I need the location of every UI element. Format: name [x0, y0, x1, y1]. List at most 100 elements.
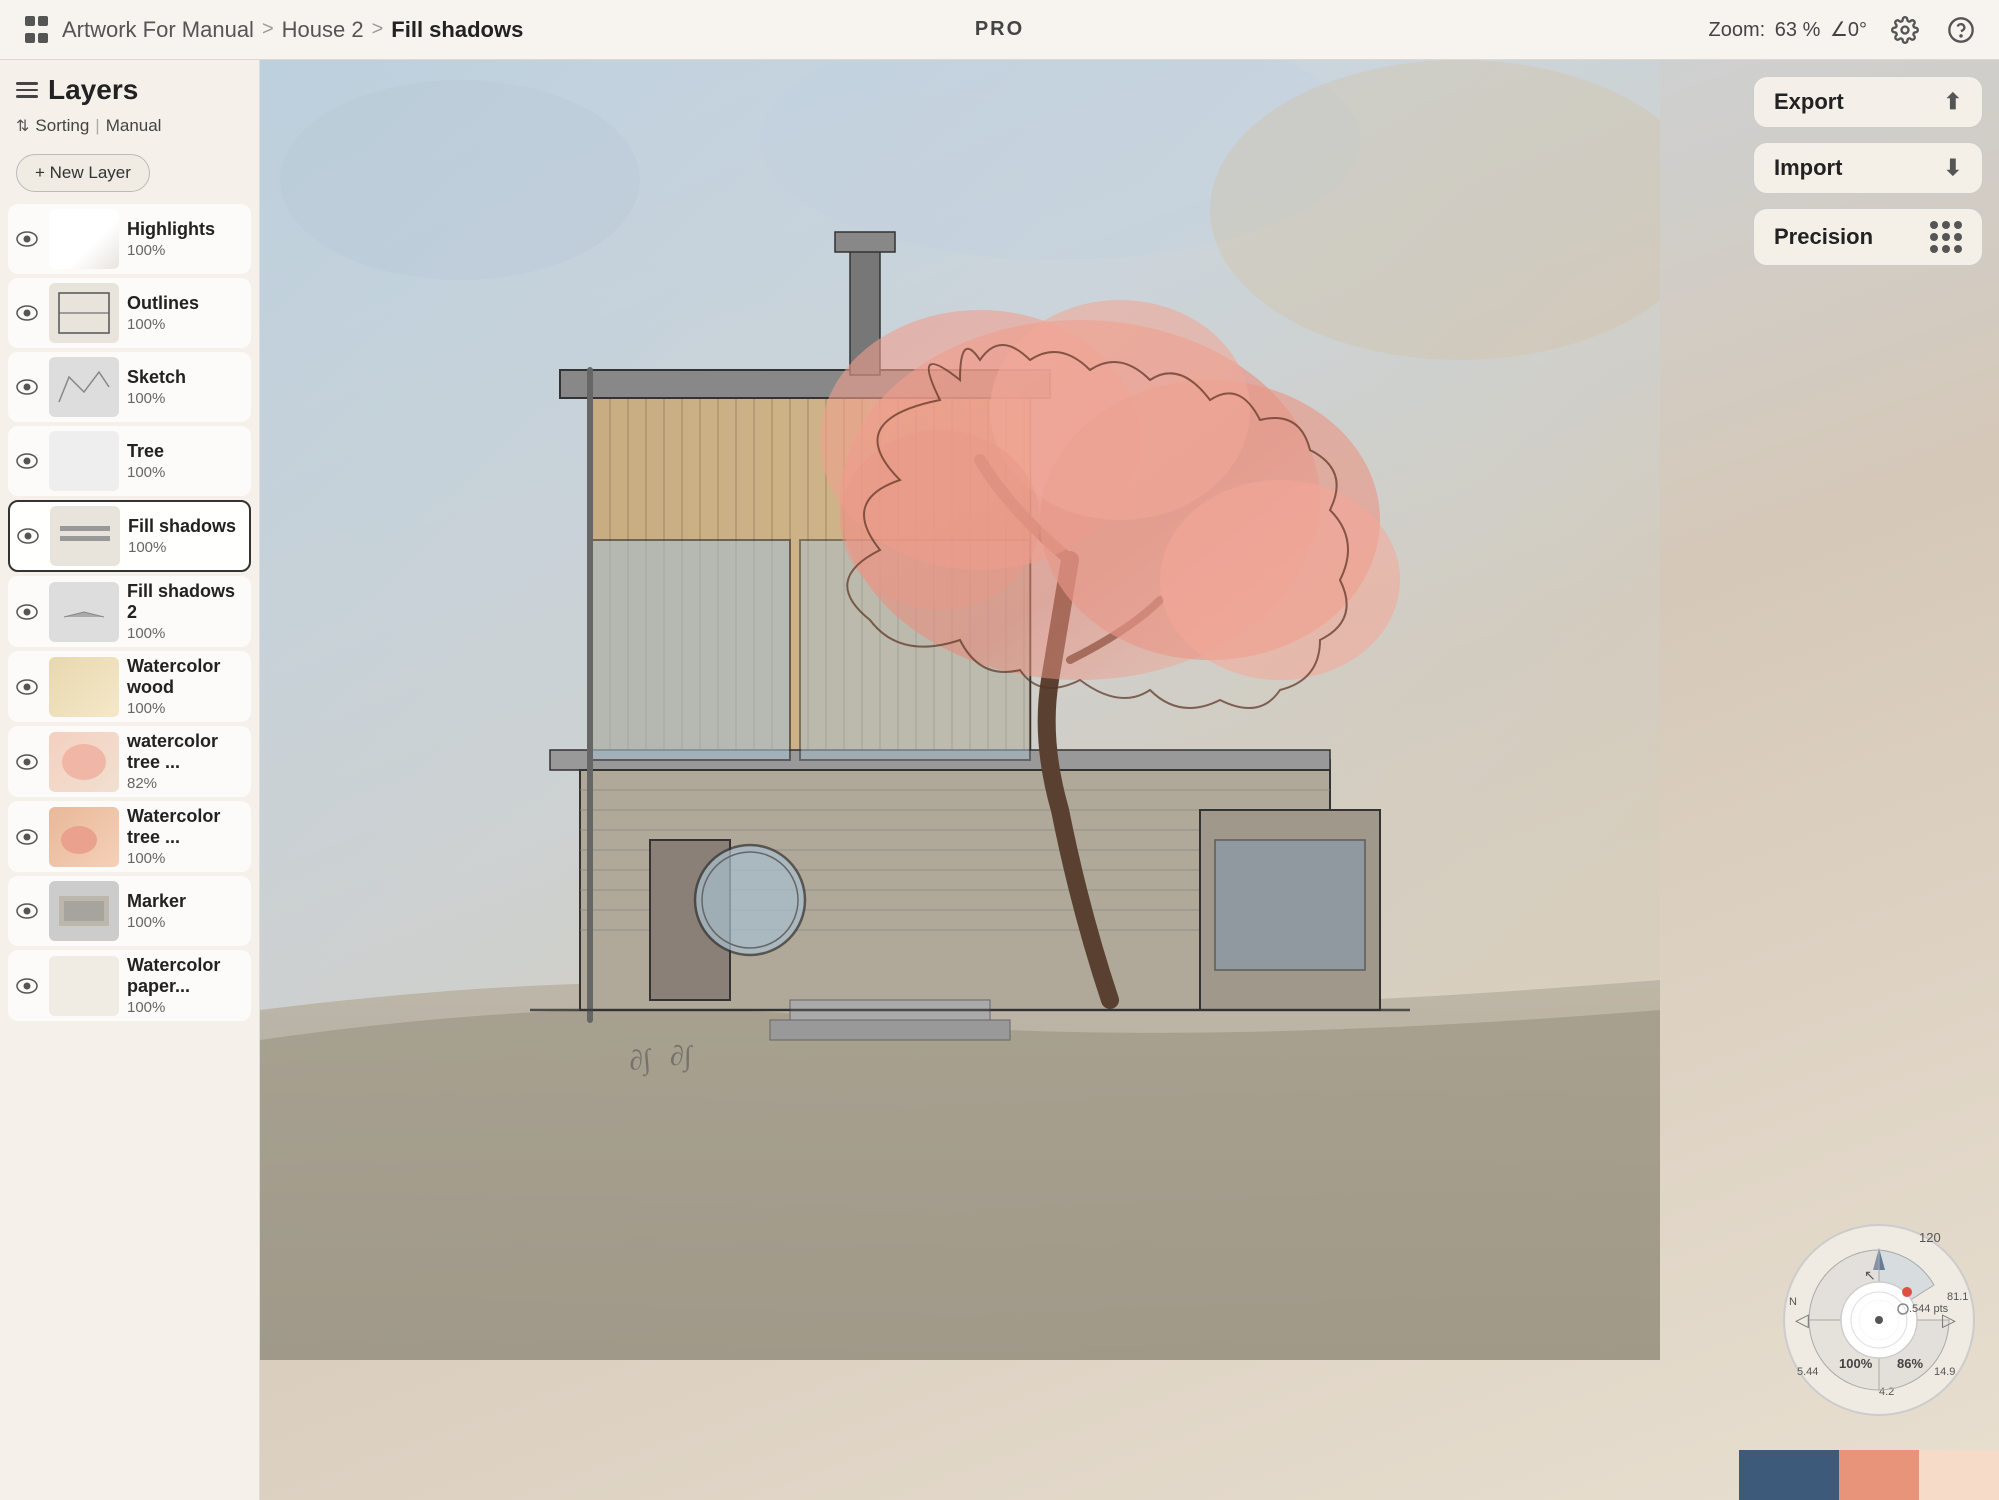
export-button[interactable]: Export ⬆ — [1753, 76, 1983, 128]
layer-info-tree: Tree 100% — [127, 441, 165, 481]
grid-icon[interactable] — [20, 14, 52, 46]
wheel-label-120: 120 — [1919, 1230, 1941, 1245]
layer-thumb-watercolor-tree — [49, 732, 119, 792]
sorting-icon: ⇅ — [16, 116, 29, 136]
layer-opacity-outlines: 100% — [127, 316, 199, 333]
layer-item-fill-shadows-2[interactable]: Fill shadows 2 100% — [8, 576, 251, 647]
eye-button-fill-shadows[interactable] — [14, 522, 42, 550]
eye-button-marker[interactable] — [13, 897, 41, 925]
color-swatch-blue[interactable] — [1739, 1450, 1839, 1500]
wheel-svg: 120 81.1 14.9 4.2 5.44 N — [1779, 1220, 1979, 1420]
layer-item-fill-shadows[interactable]: Fill shadows 100% — [8, 500, 251, 572]
layer-opacity-watercolor-tree: 82% — [127, 775, 246, 792]
layer-opacity-watercolor-tree-2: 100% — [127, 850, 246, 867]
svg-text:100%: 100% — [1839, 1356, 1873, 1371]
layer-name-watercolor-paper: Watercolor paper... — [127, 955, 246, 997]
eye-icon — [16, 829, 38, 845]
header-left: Artwork For Manual > House 2 > Fill shad… — [20, 14, 1709, 46]
eye-icon — [16, 379, 38, 395]
hamburger-menu[interactable] — [16, 82, 38, 98]
new-layer-button[interactable]: + New Layer — [16, 154, 150, 192]
layer-item-marker[interactable]: Marker 100% — [8, 876, 251, 946]
layer-name-highlights: Highlights — [127, 219, 215, 240]
header: Artwork For Manual > House 2 > Fill shad… — [0, 0, 1999, 60]
layer-name-fill-shadows: Fill shadows — [128, 516, 236, 537]
eye-button-tree[interactable] — [13, 447, 41, 475]
layer-item-watercolor-paper[interactable]: Watercolor paper... 100% — [8, 950, 251, 1021]
layer-thumb-marker — [49, 881, 119, 941]
current-page: Fill shadows — [391, 17, 523, 43]
color-swatch-salmon[interactable] — [1839, 1450, 1919, 1500]
settings-button[interactable] — [1887, 12, 1923, 48]
color-swatch-peach[interactable] — [1919, 1450, 1999, 1500]
layer-opacity-watercolor-paper: 100% — [127, 999, 246, 1016]
layer-name-tree: Tree — [127, 441, 165, 462]
svg-text:86%: 86% — [1897, 1356, 1923, 1371]
layer-info-sketch: Sketch 100% — [127, 367, 186, 407]
sorting-bar: ⇅ Sorting | Manual — [16, 116, 243, 136]
eye-icon — [16, 453, 38, 469]
svg-text:↖: ↖ — [1864, 1267, 1876, 1283]
precision-label: Precision — [1774, 224, 1873, 250]
layer-info-highlights: Highlights 100% — [127, 219, 215, 259]
project-link[interactable]: Artwork For Manual — [62, 17, 254, 43]
import-button[interactable]: Import ⬇ — [1753, 142, 1983, 194]
help-button[interactable] — [1943, 12, 1979, 48]
breadcrumb: Artwork For Manual > House 2 > Fill shad… — [62, 17, 523, 43]
layer-thumb-watercolor-tree-2 — [49, 807, 119, 867]
layer-thumb-highlights — [49, 209, 119, 269]
wheel-label-n: N — [1789, 1296, 1797, 1308]
layer-opacity-tree: 100% — [127, 464, 165, 481]
eye-icon — [17, 528, 39, 544]
layer-item-outlines[interactable]: Outlines 100% — [8, 278, 251, 348]
layer-item-watercolor-wood[interactable]: Watercolor wood 100% — [8, 651, 251, 722]
layer-item-watercolor-tree[interactable]: watercolor tree ... 82% — [8, 726, 251, 797]
layers-title: Layers — [48, 74, 138, 106]
layer-name-marker: Marker — [127, 891, 186, 912]
breadcrumb-sep-2: > — [372, 18, 384, 41]
layer-name-sketch: Sketch — [127, 367, 186, 388]
zoom-info: Zoom: 63 % ∠0° — [1709, 17, 1867, 42]
sidebar-header: Layers — [0, 60, 259, 106]
layer-thumb-sketch — [49, 357, 119, 417]
eye-button-highlights[interactable] — [13, 225, 41, 253]
layer-item-tree[interactable]: Tree 100% — [8, 426, 251, 496]
gear-icon — [1891, 16, 1919, 44]
eye-button-watercolor-tree[interactable] — [13, 748, 41, 776]
eye-icon — [16, 604, 38, 620]
radial-wheel[interactable]: 120 81.1 14.9 4.2 5.44 N — [1779, 1220, 1979, 1420]
eye-button-outlines[interactable] — [13, 299, 41, 327]
svg-text:.544 pts: .544 pts — [1909, 1303, 1949, 1315]
export-label: Export — [1774, 89, 1844, 115]
layer-opacity-sketch: 100% — [127, 390, 186, 407]
eye-button-sketch[interactable] — [13, 373, 41, 401]
layer-info-watercolor-wood: Watercolor wood 100% — [127, 656, 246, 717]
layer-item-highlights[interactable]: Highlights 100% — [8, 204, 251, 274]
precision-button[interactable]: Precision — [1753, 208, 1983, 266]
precision-dots-icon — [1930, 221, 1962, 253]
layer-thumb-outlines — [49, 283, 119, 343]
eye-button-watercolor-paper[interactable] — [13, 972, 41, 1000]
layer-item-watercolor-tree-2[interactable]: Watercolor tree ... 100% — [8, 801, 251, 872]
layer-thumb-fill-shadows — [50, 506, 120, 566]
layer-item-sketch[interactable]: Sketch 100% — [8, 352, 251, 422]
wheel-label-81: 81.1 — [1947, 1291, 1968, 1303]
layer-thumb-fill-shadows-2 — [49, 582, 119, 642]
layer-info-fill-shadows: Fill shadows 100% — [128, 516, 236, 556]
eye-button-watercolor-tree-2[interactable] — [13, 823, 41, 851]
wheel-label-14: 14.9 — [1934, 1366, 1955, 1378]
layer-name-watercolor-tree-2: Watercolor tree ... — [127, 806, 246, 848]
folder-link[interactable]: House 2 — [282, 17, 364, 43]
sorting-label: Sorting — [35, 116, 89, 136]
layer-opacity-watercolor-wood: 100% — [127, 700, 246, 717]
wheel-label-544: 5.44 — [1797, 1366, 1818, 1378]
pro-badge: PRO — [975, 18, 1024, 40]
eye-button-fill-shadows-2[interactable] — [13, 598, 41, 626]
sorting-mode[interactable]: Manual — [106, 116, 162, 136]
eye-button-watercolor-wood[interactable] — [13, 673, 41, 701]
right-panel: Export ⬆ Import ⬇ Precision — [1699, 60, 1999, 282]
eye-icon — [16, 231, 38, 247]
layer-info-watercolor-paper: Watercolor paper... 100% — [127, 955, 246, 1016]
breadcrumb-sep-1: > — [262, 18, 274, 41]
import-label: Import — [1774, 155, 1842, 181]
